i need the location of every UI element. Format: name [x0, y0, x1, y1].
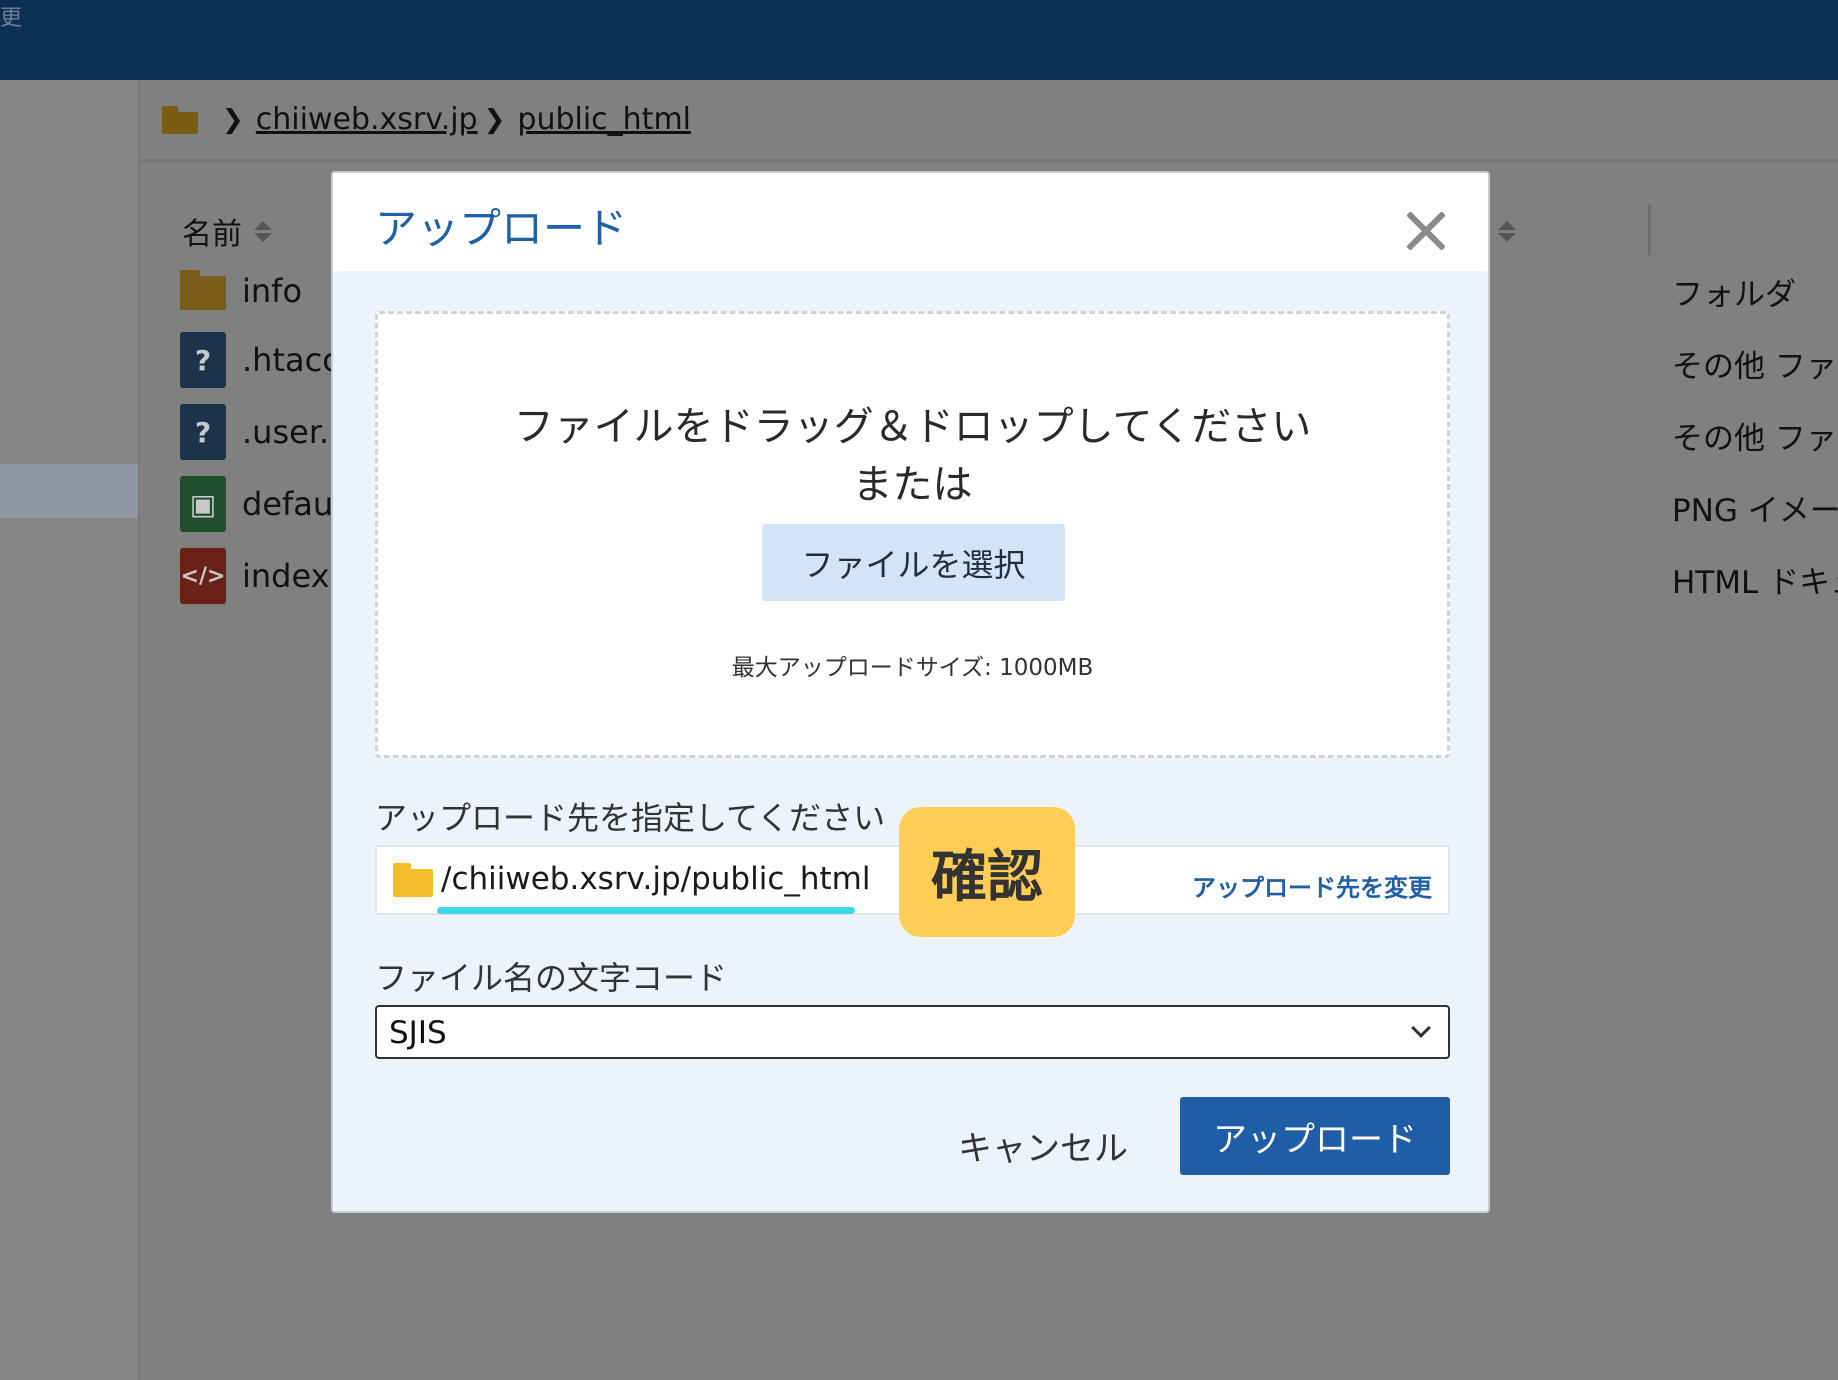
file-row-info[interactable]: info: [180, 269, 302, 313]
server-folder-icon[interactable]: [162, 105, 198, 134]
file-name: defaul: [242, 485, 343, 523]
chevron-right-icon: ❯: [483, 104, 506, 135]
file-row-index-html[interactable]: </> index.l: [180, 548, 349, 604]
max-upload-size: 最大アップロードサイズ: 1000MB: [731, 655, 1094, 681]
file-drop-zone[interactable]: ファイルをドラッグ＆ドロップしてください または ファイルを選択 最大アップロー…: [375, 311, 1450, 758]
folder-icon: [180, 268, 226, 314]
image-file-icon: ▣: [180, 476, 226, 532]
sidebar-selected-item[interactable]: [0, 464, 138, 518]
upload-button[interactable]: アップロード: [1180, 1097, 1450, 1175]
sort-icon[interactable]: [254, 220, 272, 242]
file-type: フォルダ: [1672, 277, 1796, 313]
file-type: PNG イメー: [1672, 493, 1838, 529]
select-file-button[interactable]: ファイルを選択: [762, 524, 1065, 601]
encoding-select[interactable]: SJIS: [375, 1005, 1450, 1059]
file-type: HTML ドキュ: [1672, 565, 1838, 601]
drop-instruction: ファイルをドラッグ＆ドロップしてください: [513, 404, 1312, 450]
file-name: .htacc: [242, 341, 340, 379]
encoding-selected-value: SJIS: [389, 1015, 447, 1051]
column-header-name[interactable]: 名前: [182, 209, 272, 253]
confirm-annotation-badge: 確認: [899, 807, 1075, 937]
unknown-file-icon: ?: [180, 404, 226, 460]
file-name: info: [242, 272, 303, 310]
file-row-htaccess[interactable]: ? .htacc: [180, 332, 340, 388]
close-icon[interactable]: [1404, 209, 1448, 253]
breadcrumb: ❯ chiiweb.xsrv.jp ❯ public_html: [140, 80, 1838, 162]
dialog-header: アップロード: [333, 173, 1488, 271]
sort-icon[interactable]: [1498, 220, 1516, 242]
highlight-underline: [437, 907, 855, 914]
dialog-title: アップロード: [375, 204, 628, 253]
breadcrumb-item-domain[interactable]: chiiweb.xsrv.jp: [256, 102, 478, 137]
file-name: .user.i: [242, 413, 339, 451]
unknown-file-icon: ?: [180, 332, 226, 388]
topbar-corner-text: 更: [0, 6, 23, 31]
encoding-label: ファイル名の文字コード: [375, 959, 728, 997]
destination-path: /chiiweb.xsrv.jp/public_html: [441, 861, 871, 897]
folder-icon: [393, 863, 433, 897]
cancel-button[interactable]: キャンセル: [933, 1110, 1153, 1180]
column-divider[interactable]: [1648, 205, 1651, 255]
column-header-name-label: 名前: [182, 217, 242, 252]
file-row-user-ini[interactable]: ? .user.i: [180, 404, 339, 460]
file-type: その他 ファ: [1672, 421, 1837, 457]
chevron-down-icon: [1411, 1018, 1431, 1038]
chevron-right-icon: ❯: [222, 104, 244, 135]
drop-or-text: または: [852, 462, 973, 508]
html-file-icon: </>: [180, 548, 226, 604]
sidebar: [0, 80, 140, 1380]
file-row-default-png[interactable]: ▣ defaul: [180, 476, 343, 532]
upload-dialog: アップロード ファイルをドラッグ＆ドロップしてください または ファイルを選択 …: [331, 171, 1490, 1213]
file-type: その他 ファ: [1672, 349, 1837, 385]
breadcrumb-item-public-html[interactable]: public_html: [517, 102, 691, 137]
destination-label: アップロード先を指定してください: [375, 799, 886, 837]
top-navigation-bar: 更: [0, 0, 1838, 80]
change-destination-link[interactable]: アップロード先を変更: [1192, 868, 1432, 903]
